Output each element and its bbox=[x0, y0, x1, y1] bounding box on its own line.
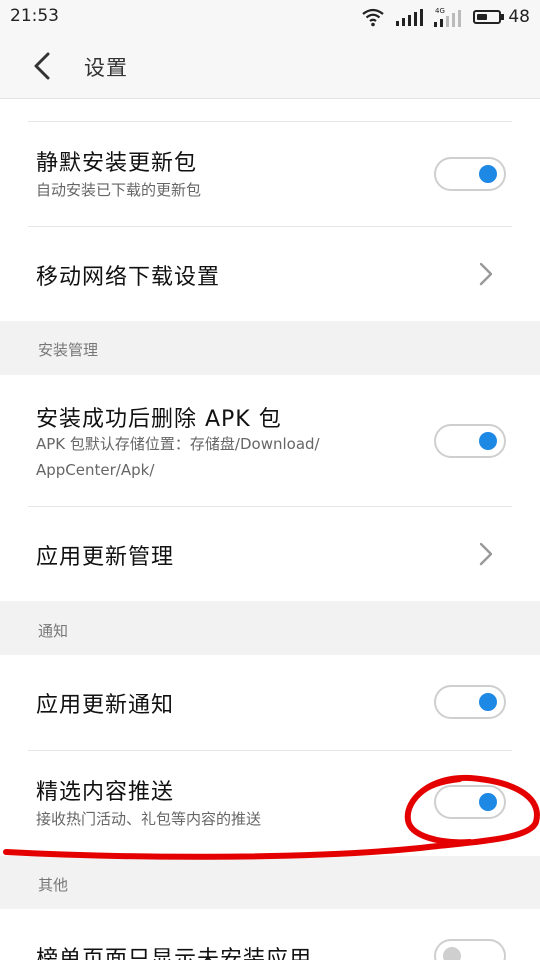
battery-level: 48 bbox=[508, 7, 530, 27]
setting-subtitle-line1: APK 包默认存储位置：存储盘/Download/ bbox=[36, 435, 320, 453]
setting-uninstalled-only[interactable]: 榜单页面只显示未安装应用 bbox=[0, 909, 540, 960]
setting-subtitle: 自动安装已下载的更新包 bbox=[36, 181, 202, 199]
battery-icon bbox=[473, 10, 502, 24]
toggle-knob bbox=[479, 432, 497, 450]
toggle-knob bbox=[479, 165, 497, 183]
network-label: 4G bbox=[435, 7, 445, 15]
setting-title: 移动网络下载设置 bbox=[36, 265, 221, 290]
battery-indicator: 48 bbox=[473, 7, 530, 27]
page-title: 设置 bbox=[84, 56, 128, 80]
signal-4g-icon: 4G bbox=[434, 7, 462, 27]
setting-subtitle: 接收热门活动、礼包等内容的推送 bbox=[36, 810, 262, 828]
status-time: 21:53 bbox=[10, 6, 59, 26]
setting-title: 应用更新管理 bbox=[36, 545, 175, 570]
update-notify-toggle[interactable] bbox=[434, 685, 506, 719]
setting-title: 榜单页面只显示未安装应用 bbox=[36, 947, 313, 960]
setting-app-update-mgmt[interactable]: 应用更新管理 bbox=[0, 506, 540, 601]
setting-title: 静默安装更新包 bbox=[36, 151, 198, 176]
wifi-icon bbox=[362, 8, 385, 27]
setting-title: 安装成功后删除 APK 包 bbox=[36, 407, 282, 432]
top-spacer-row bbox=[0, 99, 540, 121]
section-header-notification: 通知 bbox=[38, 622, 69, 640]
chevron-right-icon bbox=[479, 262, 493, 286]
silent-install-toggle[interactable] bbox=[434, 157, 506, 191]
setting-featured-push[interactable]: 精选内容推送 接收热门活动、礼包等内容的推送 bbox=[0, 750, 540, 856]
back-button[interactable] bbox=[24, 48, 60, 84]
setting-update-notify[interactable]: 应用更新通知 bbox=[0, 655, 540, 750]
setting-silent-install[interactable]: 静默安装更新包 自动安装已下载的更新包 bbox=[0, 121, 540, 226]
toggle-knob bbox=[443, 947, 461, 960]
signal-icon bbox=[396, 9, 424, 26]
uninstalled-only-toggle[interactable] bbox=[434, 939, 506, 960]
setting-title: 应用更新通知 bbox=[36, 693, 175, 718]
status-icons: 4G 48 bbox=[361, 6, 530, 28]
section-header-install: 安装管理 bbox=[38, 341, 99, 359]
toggle-knob bbox=[479, 693, 497, 711]
status-bar: 21:53 4G 48 bbox=[0, 0, 540, 34]
toggle-knob bbox=[479, 793, 497, 811]
delete-apk-toggle[interactable] bbox=[434, 424, 506, 458]
app-header: 设置 bbox=[0, 34, 540, 99]
section-header-other: 其他 bbox=[38, 876, 69, 894]
setting-delete-apk[interactable]: 安装成功后删除 APK 包 APK 包默认存储位置：存储盘/Download/ … bbox=[0, 375, 540, 506]
setting-title: 精选内容推送 bbox=[36, 780, 175, 805]
setting-subtitle-line2: AppCenter/Apk/ bbox=[36, 461, 155, 479]
back-arrow-icon bbox=[34, 52, 50, 80]
featured-push-toggle[interactable] bbox=[434, 785, 506, 819]
chevron-right-icon bbox=[479, 542, 493, 566]
setting-mobile-download[interactable]: 移动网络下载设置 bbox=[0, 226, 540, 321]
